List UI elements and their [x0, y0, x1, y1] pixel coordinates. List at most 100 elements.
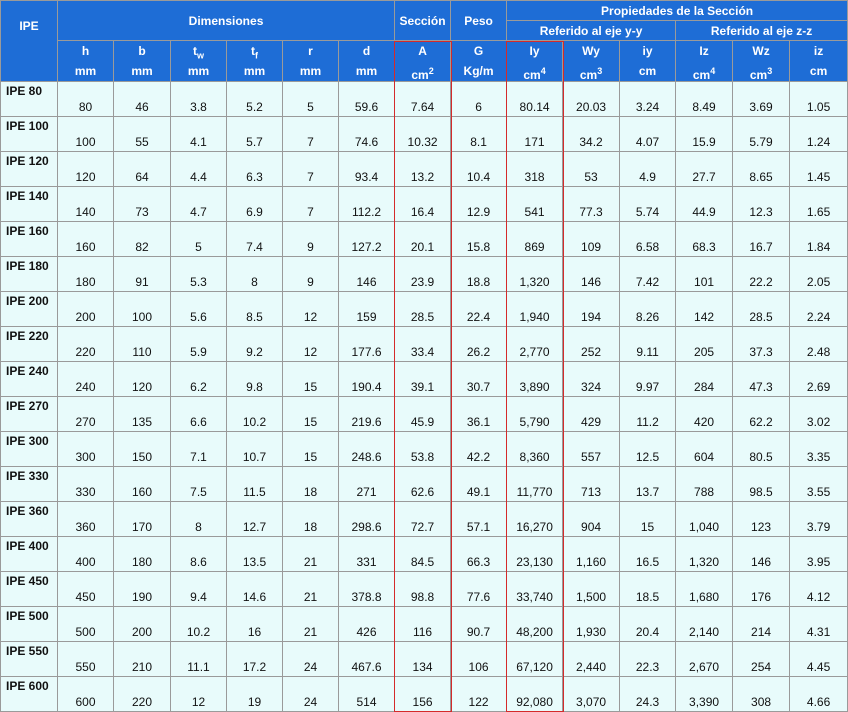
table-cell: 9 [283, 257, 339, 292]
profile-name: IPE 80 [1, 82, 58, 117]
column-header: bmm [114, 41, 171, 82]
table-cell: 146 [563, 257, 620, 292]
table-cell: 120 [114, 362, 171, 397]
table-cell: 77.3 [563, 187, 620, 222]
profile-name: IPE 450 [1, 572, 58, 607]
table-row: IPE 4504501909.414.621378.898.877.633,74… [1, 572, 848, 607]
table-cell: 10.2 [171, 607, 227, 642]
table-cell: 1,500 [563, 572, 620, 607]
table-cell: 8.26 [620, 292, 676, 327]
table-cell: 159 [339, 292, 395, 327]
table-cell: 28.5 [733, 292, 790, 327]
table-row: IPE 100100554.15.7774.610.328.117134.24.… [1, 117, 848, 152]
table-cell: 6.3 [227, 152, 283, 187]
table-cell: 300 [58, 432, 114, 467]
table-cell: 16,270 [507, 502, 563, 537]
table-cell: 4.07 [620, 117, 676, 152]
table-cell: 330 [58, 467, 114, 502]
table-cell: 600 [58, 677, 114, 712]
table-cell: 106 [451, 642, 507, 677]
table-cell: 190.4 [339, 362, 395, 397]
profile-name: IPE 500 [1, 607, 58, 642]
table-cell: 5.3 [171, 257, 227, 292]
table-cell: 8,360 [507, 432, 563, 467]
table-row: IPE 8080463.85.2559.67.64680.1420.033.24… [1, 82, 848, 117]
table-cell: 24 [283, 642, 339, 677]
table-cell: 6.58 [620, 222, 676, 257]
table-cell: 8.6 [171, 537, 227, 572]
table-cell: 120 [58, 152, 114, 187]
column-unit-exponent: 3 [597, 66, 602, 76]
table-cell: 47.3 [733, 362, 790, 397]
profile-name: IPE 270 [1, 397, 58, 432]
table-cell: 100 [114, 292, 171, 327]
column-header: dmm [339, 41, 395, 82]
table-cell: 22.2 [733, 257, 790, 292]
profile-name: IPE 240 [1, 362, 58, 397]
table-cell: 214 [733, 607, 790, 642]
table-row: IPE 50050020010.2162142611690.748,2001,9… [1, 607, 848, 642]
table-row: IPE 360360170812.718298.672.757.116,2709… [1, 502, 848, 537]
table-cell: 5.74 [620, 187, 676, 222]
table-cell: 5,790 [507, 397, 563, 432]
table-row: IPE 2202201105.99.212177.633.426.22,7702… [1, 327, 848, 362]
table-cell: 57.1 [451, 502, 507, 537]
table-cell: 17.2 [227, 642, 283, 677]
table-cell: 308 [733, 677, 790, 712]
column-symbol-subscript: f [255, 50, 258, 60]
table-cell: 150 [114, 432, 171, 467]
table-cell: 5 [283, 82, 339, 117]
table-cell: 91 [114, 257, 171, 292]
table-cell: 15 [283, 432, 339, 467]
column-header: Wzcm3 [733, 41, 790, 82]
table-row: IPE 4004001808.613.52133184.566.323,1301… [1, 537, 848, 572]
table-cell: 16.7 [733, 222, 790, 257]
table-cell: 21 [283, 537, 339, 572]
table-cell: 80.14 [507, 82, 563, 117]
table-cell: 205 [676, 327, 733, 362]
column-unit: mm [300, 64, 321, 78]
table-cell: 324 [563, 362, 620, 397]
table-cell: 3,390 [676, 677, 733, 712]
table-cell: 15 [283, 362, 339, 397]
table-cell: 16.5 [620, 537, 676, 572]
table-cell: 604 [676, 432, 733, 467]
column-symbol: Iz [699, 44, 708, 58]
table-cell: 360 [58, 502, 114, 537]
table-cell: 74.6 [339, 117, 395, 152]
table-cell: 177.6 [339, 327, 395, 362]
table-cell: 64 [114, 152, 171, 187]
table-cell: 11.1 [171, 642, 227, 677]
table-cell: 160 [114, 467, 171, 502]
table-cell: 8.5 [227, 292, 283, 327]
table-cell: 44.9 [676, 187, 733, 222]
table-cell: 788 [676, 467, 733, 502]
peso-header: Peso [451, 1, 507, 41]
table-cell: 18 [283, 467, 339, 502]
table-cell: 4.9 [620, 152, 676, 187]
table-cell: 33,740 [507, 572, 563, 607]
table-cell: 24.3 [620, 677, 676, 712]
profile-name: IPE 120 [1, 152, 58, 187]
table-cell: 30.7 [451, 362, 507, 397]
table-cell: 27.7 [676, 152, 733, 187]
table-cell: 180 [114, 537, 171, 572]
table-cell: 15.9 [676, 117, 733, 152]
table-cell: 7 [283, 187, 339, 222]
table-cell: 1,160 [563, 537, 620, 572]
table-cell: 3.95 [790, 537, 848, 572]
table-cell: 9.97 [620, 362, 676, 397]
table-cell: 1.24 [790, 117, 848, 152]
table-cell: 9.4 [171, 572, 227, 607]
table-cell: 13.2 [395, 152, 451, 187]
table-cell: 21 [283, 572, 339, 607]
table-cell: 12.5 [620, 432, 676, 467]
table-cell: 8 [227, 257, 283, 292]
table-cell: 6.6 [171, 397, 227, 432]
table-cell: 18 [283, 502, 339, 537]
table-cell: 135 [114, 397, 171, 432]
table-cell: 98.8 [395, 572, 451, 607]
table-cell: 12.7 [227, 502, 283, 537]
column-symbol: Iy [530, 44, 540, 58]
table-cell: 2.24 [790, 292, 848, 327]
